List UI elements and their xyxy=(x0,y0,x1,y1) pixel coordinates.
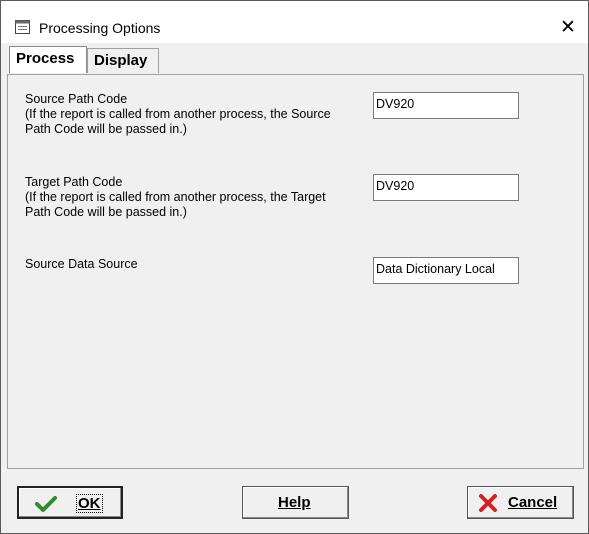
option-source-path-code: Source Path Code (If the report is calle… xyxy=(25,92,331,137)
window-title: Processing Options xyxy=(39,20,161,36)
option-description: (If the report is called from another pr… xyxy=(25,190,326,219)
option-target-path-code: Target Path Code (If the report is calle… xyxy=(25,175,326,220)
checkmark-icon xyxy=(35,496,57,512)
cancel-label: Cancel xyxy=(508,494,558,511)
ok-label: OK xyxy=(76,494,103,513)
option-source-data-source: Source Data Source xyxy=(25,257,138,272)
ok-button[interactable]: OK xyxy=(17,486,123,519)
x-icon xyxy=(479,494,497,512)
option-label: Target Path Code xyxy=(25,175,123,189)
option-label: Source Path Code xyxy=(25,92,128,106)
tab-display[interactable]: Display xyxy=(87,48,159,73)
close-icon[interactable]: ✕ xyxy=(556,15,580,39)
source-path-code-field[interactable]: DV920 xyxy=(373,92,519,119)
title-bar: Processing Options ✕ xyxy=(1,1,588,43)
option-description: (If the report is called from another pr… xyxy=(25,107,331,136)
processing-options-window: Processing Options ✕ Process Display Sou… xyxy=(0,0,589,534)
source-data-source-field[interactable]: Data Dictionary Local xyxy=(373,257,519,284)
target-path-code-field[interactable]: DV920 xyxy=(373,174,519,201)
button-bar: OK Help Cancel xyxy=(1,469,588,533)
tab-strip: Process Display xyxy=(7,46,582,74)
tab-process[interactable]: Process xyxy=(9,46,87,73)
help-button[interactable]: Help xyxy=(242,486,349,519)
cancel-button[interactable]: Cancel xyxy=(467,486,574,519)
process-tab-panel: Source Path Code (If the report is calle… xyxy=(7,74,584,469)
option-label: Source Data Source xyxy=(25,257,138,271)
help-label: Help xyxy=(278,494,311,511)
window-app-icon xyxy=(15,20,30,34)
